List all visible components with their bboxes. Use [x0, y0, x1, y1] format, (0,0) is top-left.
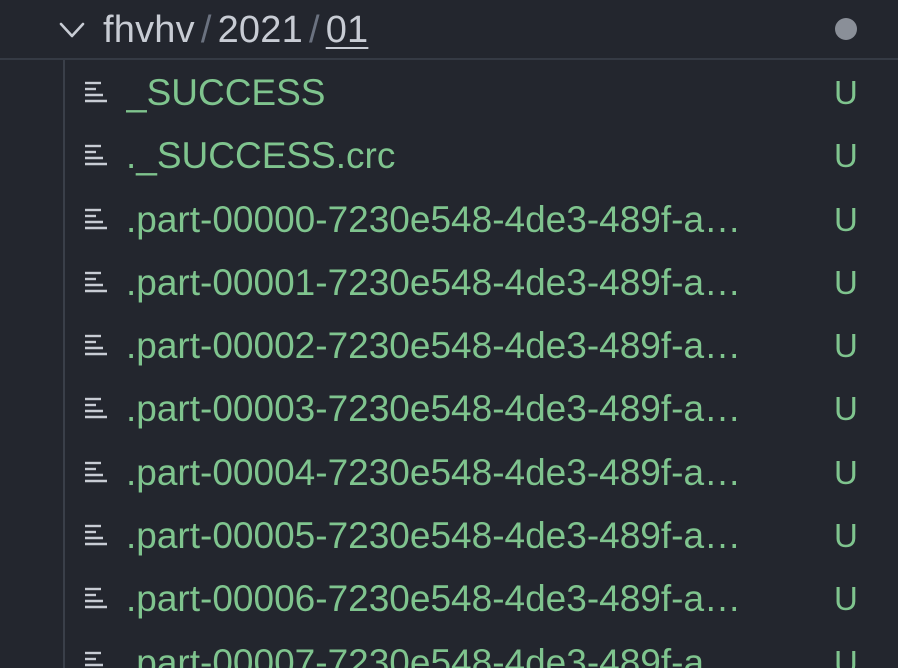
file-list-item[interactable]: .part-00007-7230e548-4de3-489f-a… U: [0, 632, 898, 668]
file-name: .part-00002-7230e548-4de3-489f-a…: [126, 325, 742, 367]
git-status-badge: U: [834, 453, 858, 491]
file-list-item[interactable]: ._SUCCESS.crc U: [0, 125, 898, 188]
file-lines-icon: [84, 650, 110, 668]
git-status-badge: U: [834, 643, 858, 668]
git-status-badge: U: [834, 74, 858, 111]
file-lines-icon: [84, 270, 110, 296]
breadcrumb: fhvhv / 2021 / 01: [103, 6, 368, 54]
modified-dot-icon: [835, 18, 857, 40]
file-name: .part-00001-7230e548-4de3-489f-a…: [126, 261, 742, 303]
git-status-badge: U: [834, 263, 858, 301]
file-name: .part-00007-7230e548-4de3-489f-a…: [126, 641, 742, 668]
file-list-item[interactable]: .part-00006-7230e548-4de3-489f-a… U: [0, 568, 898, 631]
file-lines-icon: [84, 460, 110, 486]
file-list-item[interactable]: .part-00003-7230e548-4de3-489f-a… U: [0, 378, 898, 441]
file-lines-icon: [84, 143, 110, 169]
file-list-item[interactable]: _SUCCESS U: [0, 62, 898, 125]
git-status-badge: U: [834, 137, 858, 175]
file-list-item[interactable]: .part-00000-7230e548-4de3-489f-a… U: [0, 189, 898, 252]
git-status-badge: U: [834, 200, 858, 238]
breadcrumb-current-segment[interactable]: 01: [326, 9, 369, 52]
file-lines-icon: [84, 523, 110, 549]
file-lines-icon: [84, 396, 110, 422]
file-name: .part-00000-7230e548-4de3-489f-a…: [126, 198, 742, 240]
file-name: .part-00004-7230e548-4de3-489f-a…: [126, 451, 742, 493]
file-lines-icon: [84, 80, 110, 106]
breadcrumb-separator: /: [308, 8, 320, 51]
file-name: .part-00003-7230e548-4de3-489f-a…: [126, 388, 742, 430]
breadcrumb-separator: /: [200, 8, 212, 51]
file-explorer: fhvhv / 2021 / 01 _SUCCESS U ._SUCCESS.c…: [0, 0, 898, 668]
file-name: ._SUCCESS.crc: [126, 135, 396, 177]
git-status-badge: U: [834, 390, 858, 428]
git-status-badge: U: [834, 327, 858, 365]
chevron-down-icon[interactable]: [58, 18, 86, 42]
file-lines-icon: [84, 333, 110, 359]
file-name: .part-00005-7230e548-4de3-489f-a…: [126, 515, 742, 557]
breadcrumb-segment[interactable]: fhvhv: [103, 9, 195, 52]
file-name: _SUCCESS: [126, 72, 326, 113]
file-list-item[interactable]: .part-00004-7230e548-4de3-489f-a… U: [0, 442, 898, 505]
folder-row-header[interactable]: fhvhv / 2021 / 01: [0, 0, 898, 60]
file-list-item[interactable]: .part-00005-7230e548-4de3-489f-a… U: [0, 505, 898, 568]
git-status-badge: U: [834, 580, 858, 618]
file-name: .part-00006-7230e548-4de3-489f-a…: [126, 578, 742, 620]
breadcrumb-segment[interactable]: 2021: [218, 9, 303, 52]
file-list: _SUCCESS U ._SUCCESS.crc U .part-00000-7…: [0, 62, 898, 668]
file-list-item[interactable]: .part-00002-7230e548-4de3-489f-a… U: [0, 315, 898, 378]
file-list-item[interactable]: .part-00001-7230e548-4de3-489f-a… U: [0, 252, 898, 315]
git-status-badge: U: [834, 517, 858, 555]
file-lines-icon: [84, 207, 110, 233]
file-lines-icon: [84, 586, 110, 612]
